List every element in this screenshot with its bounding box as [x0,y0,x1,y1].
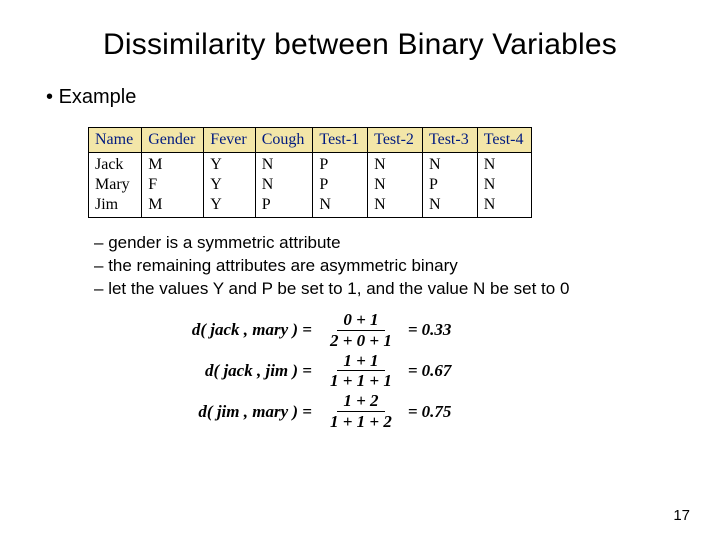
table-header-row: Name Gender Fever Cough Test-1 Test-2 Te… [89,128,532,153]
cell-test4: NNN [477,153,532,218]
slide-title: Dissimilarity between Binary Variables [40,28,680,62]
formula-result: 0.67 [422,361,452,381]
formula-lhs: d( jim , mary ) = [170,402,318,422]
cell-cough: NNP [255,153,313,218]
fraction-denominator: 1 + 1 + 2 [324,412,398,431]
formula-row: d( jack , jim ) = 1 + 1 1 + 1 + 1 = 0.67 [170,352,680,391]
fraction: 1 + 2 1 + 1 + 2 [324,392,398,431]
page-number: 17 [673,507,690,524]
col-cough: Cough [255,128,313,153]
data-table: Name Gender Fever Cough Test-1 Test-2 Te… [88,127,532,218]
fraction-denominator: 2 + 0 + 1 [324,331,398,350]
table-body: JackMaryJim MFM YYY NNP PPN NNN NPN NNN [89,153,532,218]
data-table-wrap: Name Gender Fever Cough Test-1 Test-2 Te… [88,127,680,218]
equals-sign: = [404,361,422,381]
col-name: Name [89,128,142,153]
fraction-numerator: 1 + 1 [337,352,384,372]
note-item: let the values Y and P be set to 1, and … [94,278,680,301]
equals-sign: = [404,402,422,422]
cell-names: JackMaryJim [89,153,142,218]
col-test3: Test-3 [422,128,477,153]
note-item: gender is a symmetric attribute [94,232,680,255]
example-bullet: Example [46,86,680,109]
formula-result: 0.75 [422,402,452,422]
fraction-denominator: 1 + 1 + 1 [324,371,398,390]
col-test4: Test-4 [477,128,532,153]
col-gender: Gender [142,128,204,153]
formula-row: d( jack , mary ) = 0 + 1 2 + 0 + 1 = 0.3… [170,311,680,350]
fraction-numerator: 0 + 1 [337,311,384,331]
col-test1: Test-1 [313,128,368,153]
formula-lhs: d( jack , jim ) = [170,361,318,381]
fraction: 0 + 1 2 + 0 + 1 [324,311,398,350]
formula-result: 0.33 [422,320,452,340]
equals-sign: = [404,320,422,340]
table-row: JackMaryJim MFM YYY NNP PPN NNN NPN NNN [89,153,532,218]
col-test2: Test-2 [368,128,423,153]
formula-lhs: d( jack , mary ) = [170,320,318,340]
fraction: 1 + 1 1 + 1 + 1 [324,352,398,391]
fraction-numerator: 1 + 2 [337,392,384,412]
col-fever: Fever [204,128,255,153]
cell-test2: NNN [368,153,423,218]
cell-test3: NPN [422,153,477,218]
cell-test1: PPN [313,153,368,218]
cell-gender: MFM [142,153,204,218]
notes-list: gender is a symmetric attribute the rema… [94,232,680,301]
formulas-block: d( jack , mary ) = 0 + 1 2 + 0 + 1 = 0.3… [170,311,680,431]
cell-fever: YYY [204,153,255,218]
formula-row: d( jim , mary ) = 1 + 2 1 + 1 + 2 = 0.75 [170,392,680,431]
note-item: the remaining attributes are asymmetric … [94,255,680,278]
